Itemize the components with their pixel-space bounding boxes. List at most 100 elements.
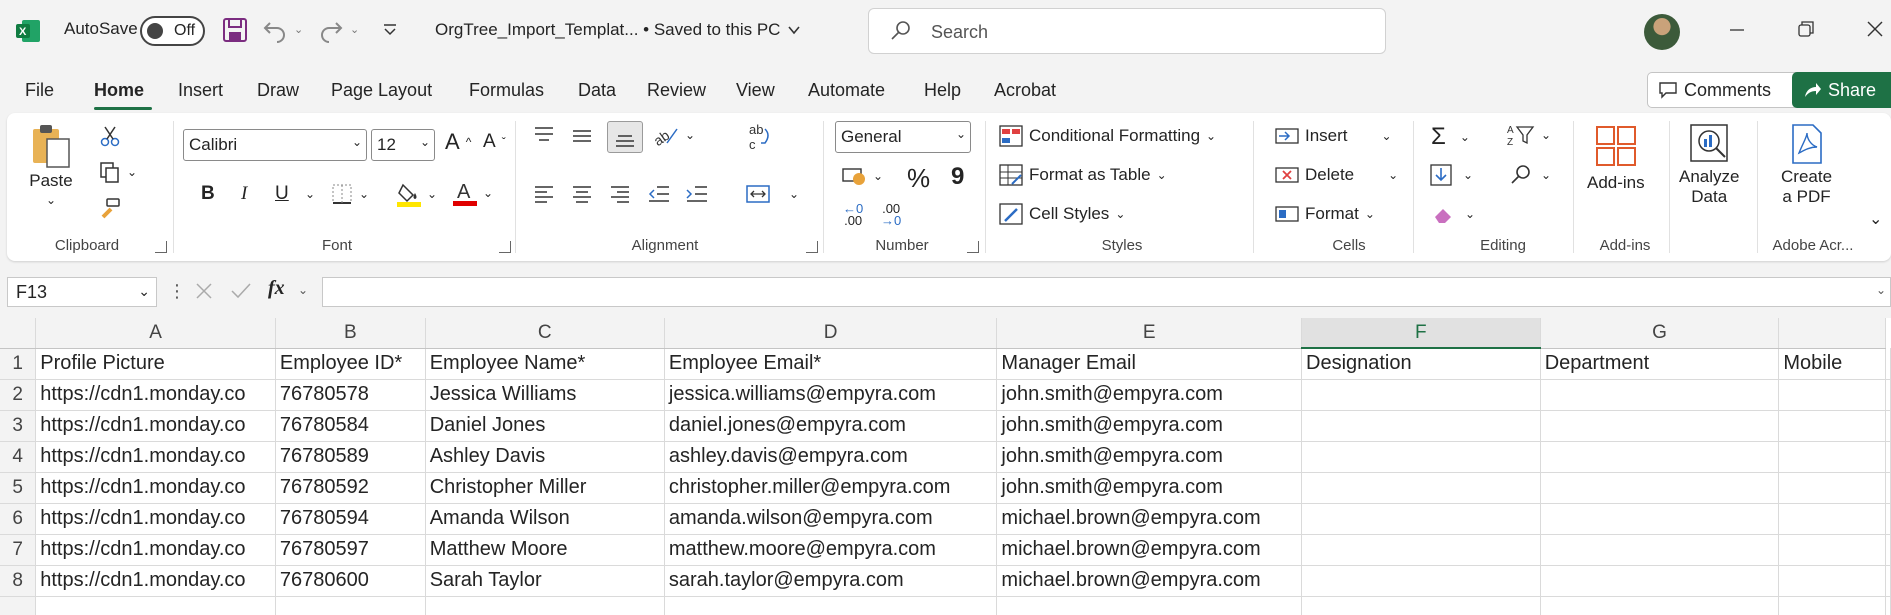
select-all-corner[interactable] [0,318,37,349]
column-header-h[interactable] [1778,318,1886,349]
expand-formula-bar-icon[interactable]: ⌄ [1876,283,1886,297]
cell[interactable]: Employee Name* [425,348,665,380]
cell[interactable]: Employee ID* [275,348,426,380]
cell[interactable]: Profile Picture [35,348,276,380]
align-top-icon[interactable] [533,125,555,147]
cell[interactable] [996,596,1302,615]
autosave-toggle[interactable]: Off [140,16,205,46]
row-header[interactable]: 8 [0,565,37,597]
delete-cells-button[interactable]: Delete ⌄ [1275,164,1398,186]
cell[interactable]: john.smith@empyra.com [996,379,1302,411]
grow-font-button[interactable]: A ^ [445,129,471,155]
cell[interactable]: 76780589 [275,441,426,473]
cell[interactable] [1778,379,1886,411]
insert-cells-button[interactable]: Insert ⌄ [1275,125,1392,147]
analyze-data-button[interactable]: Analyze Data [1679,123,1739,207]
column-header-f[interactable]: F [1301,318,1541,349]
cell[interactable]: Matthew Moore [425,534,665,566]
column-header-e[interactable]: E [996,318,1302,349]
cell[interactable]: 76780584 [275,410,426,442]
cell[interactable] [1885,348,1891,380]
cell[interactable] [1885,472,1891,504]
font-color-icon[interactable]: A ⌄ [453,179,493,207]
avatar[interactable] [1644,14,1680,50]
find-select-icon[interactable]: ⌄ [1509,163,1551,187]
font-name-select[interactable]: Calibri ⌄ [183,129,367,161]
tab-home[interactable]: Home [94,80,144,101]
cell[interactable] [1778,472,1886,504]
row-header[interactable]: 7 [0,534,37,566]
cell-styles-button[interactable]: Cell Styles ⌄ [999,203,1125,225]
tab-acrobat[interactable]: Acrobat [994,80,1056,101]
cell[interactable]: amanda.wilson@empyra.com [664,503,998,535]
document-title[interactable]: OrgTree_Import_Templat... • Saved to thi… [435,20,802,40]
cell[interactable] [1778,410,1886,442]
cell[interactable] [1885,596,1891,615]
chevron-down-icon[interactable]: ⌄ [294,23,303,36]
column-header-d[interactable]: D [664,318,998,349]
cell[interactable]: Designation [1301,348,1541,380]
cell[interactable] [664,596,998,615]
cell[interactable] [1885,503,1891,535]
align-middle-icon[interactable] [571,125,593,147]
cell[interactable] [1301,441,1541,473]
cell[interactable] [1540,472,1780,504]
cell[interactable] [1301,565,1541,597]
cell[interactable]: Sarah Taylor [425,565,665,597]
restore-icon[interactable] [1790,14,1820,44]
increase-indent-icon[interactable] [685,183,709,205]
cell[interactable]: Employee Email* [664,348,998,380]
fill-color-icon[interactable]: ⌄ [397,181,437,207]
conditional-formatting-button[interactable]: Conditional Formatting ⌄ [999,125,1216,147]
tab-review[interactable]: Review [647,80,706,101]
cell[interactable] [1885,565,1891,597]
redo-icon[interactable]: ⌄ [318,17,359,43]
cell[interactable] [1540,596,1780,615]
comments-button[interactable]: Comments [1647,72,1809,108]
align-right-icon[interactable] [609,183,631,205]
tab-page-layout[interactable]: Page Layout [331,80,432,101]
customize-toolbar-icon[interactable] [382,22,398,38]
ribbon-collapse-icon[interactable]: ⌄ [1869,209,1882,229]
orientation-icon[interactable]: ab ⌄ [653,123,695,147]
row-header[interactable]: 6 [0,503,37,535]
font-size-select[interactable]: 12 ⌄ [371,129,435,161]
row-header[interactable]: 2 [0,379,37,411]
cell[interactable]: matthew.moore@empyra.com [664,534,998,566]
cell[interactable]: Christopher Miller [425,472,665,504]
cell[interactable] [35,596,276,615]
row-header[interactable]: 4 [0,441,37,473]
cell[interactable]: michael.brown@empyra.com [996,565,1302,597]
cell[interactable] [1301,596,1541,615]
cell[interactable]: 76780600 [275,565,426,597]
tab-data[interactable]: Data [578,80,616,101]
add-ins-button[interactable]: Add-ins [1587,125,1645,193]
accounting-format-icon[interactable]: ⌄ [841,165,883,187]
tab-automate[interactable]: Automate [808,80,885,101]
format-cells-button[interactable]: Format ⌄ [1275,203,1375,225]
cell[interactable]: jessica.williams@empyra.com [664,379,998,411]
cell[interactable] [1301,534,1541,566]
cell[interactable]: https://cdn1.monday.co [35,410,276,442]
cell[interactable]: michael.brown@empyra.com [996,534,1302,566]
cell[interactable] [425,596,665,615]
merge-center-icon[interactable]: ⌄ [745,183,799,205]
cell[interactable]: 76780597 [275,534,426,566]
cell[interactable] [1540,503,1780,535]
comma-style-button[interactable]: 9 [951,163,964,191]
cell[interactable] [1885,441,1891,473]
cell[interactable] [1778,596,1886,615]
cell[interactable]: Jessica Williams [425,379,665,411]
cell[interactable] [1301,410,1541,442]
dialog-launcher-icon[interactable] [806,241,818,253]
enter-icon[interactable] [230,281,252,306]
cell[interactable]: sarah.taylor@empyra.com [664,565,998,597]
column-header-c[interactable]: C [425,318,665,349]
dialog-launcher-icon[interactable] [155,241,167,253]
column-header-g[interactable]: G [1540,318,1780,349]
format-as-table-button[interactable]: Format as Table ⌄ [999,164,1167,186]
cell[interactable] [1885,379,1891,411]
decrease-indent-icon[interactable] [647,183,671,205]
decrease-decimal-button[interactable]: .00 →0 [881,202,901,227]
column-header-b[interactable]: B [275,318,426,349]
